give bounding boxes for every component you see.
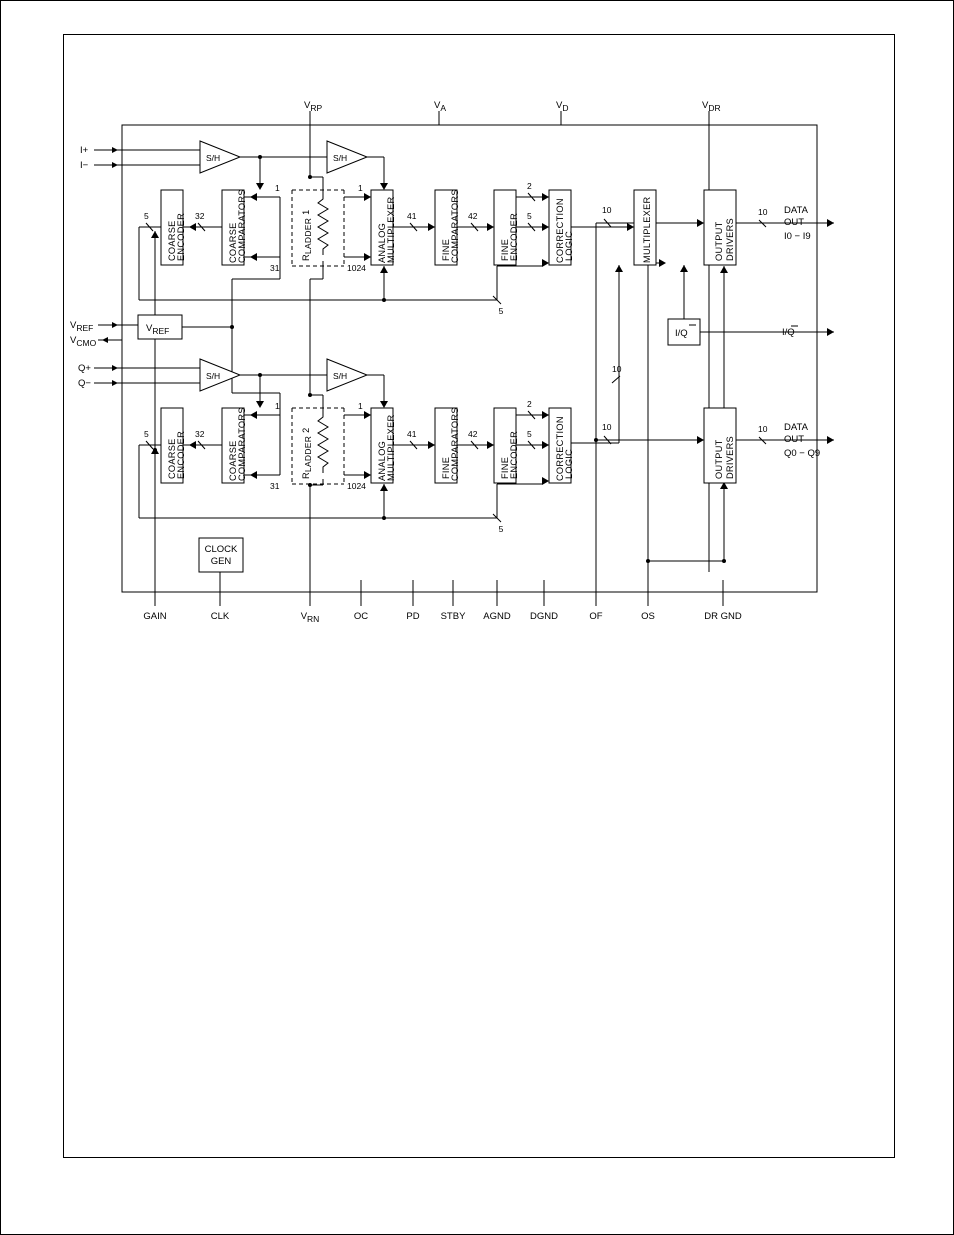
pin-data-out-i: DATA xyxy=(784,205,809,216)
pin-vref: VREF xyxy=(70,320,93,333)
svg-text:OS: OS xyxy=(641,611,655,622)
svg-text:ENCODER: ENCODER xyxy=(509,213,519,261)
pin-i-plus: I+ xyxy=(80,145,89,156)
svg-text:1: 1 xyxy=(275,401,280,411)
svg-text:VRN: VRN xyxy=(301,611,320,624)
svg-text:10: 10 xyxy=(758,207,768,217)
svg-text:OUT: OUT xyxy=(784,434,804,445)
svg-text:OUTPUT: OUTPUT xyxy=(714,221,724,261)
svg-text:MULTIPLEXER: MULTIPLEXER xyxy=(386,414,396,481)
svg-text:5: 5 xyxy=(144,211,149,221)
svg-text:DR GND: DR GND xyxy=(704,611,742,622)
pin-data-out-q: DATA xyxy=(784,422,809,433)
svg-text:42: 42 xyxy=(468,211,478,221)
pin-va: VA xyxy=(434,100,446,113)
svg-text:GAIN: GAIN xyxy=(143,611,166,622)
pin-vdr: VDR xyxy=(702,100,721,113)
svg-text:ENCODER: ENCODER xyxy=(509,431,519,479)
svg-text:LOGIC: LOGIC xyxy=(564,449,574,479)
svg-text:ENCODER: ENCODER xyxy=(176,213,186,261)
svg-text:31: 31 xyxy=(270,263,280,273)
pin-vrp: VRP xyxy=(304,100,322,113)
svg-text:41: 41 xyxy=(407,211,417,221)
pin-i-minus: I− xyxy=(80,160,89,171)
svg-text:MULTIPLEXER: MULTIPLEXER xyxy=(386,196,396,263)
svg-text:1024: 1024 xyxy=(347,263,366,273)
svg-text:5: 5 xyxy=(499,306,504,316)
svg-text:DGND: DGND xyxy=(530,611,558,622)
svg-text:5: 5 xyxy=(527,211,532,221)
svg-text:S/H: S/H xyxy=(333,153,347,163)
svg-text:42: 42 xyxy=(468,429,478,439)
svg-text:10: 10 xyxy=(602,205,612,215)
pin-iq: I/Q​ xyxy=(782,327,795,338)
svg-text:CLK: CLK xyxy=(211,611,230,622)
pin-vcmo: VCMO xyxy=(70,335,97,348)
svg-text:1: 1 xyxy=(358,183,363,193)
svg-text:5: 5 xyxy=(144,429,149,439)
svg-text:DRIVERS: DRIVERS xyxy=(725,218,735,261)
page: VRP VA VD VDR I+ I− VREF VCMO Q+ Q− 10 D… xyxy=(0,0,954,1235)
svg-text:OF: OF xyxy=(589,611,602,622)
svg-text:10: 10 xyxy=(758,424,768,434)
svg-text:S/H: S/H xyxy=(206,153,220,163)
svg-text:DRIVERS: DRIVERS xyxy=(725,436,735,479)
svg-text:LOGIC: LOGIC xyxy=(564,231,574,261)
svg-text:32: 32 xyxy=(195,211,205,221)
svg-text:OUTPUT: OUTPUT xyxy=(714,439,724,479)
svg-text:1024: 1024 xyxy=(347,481,366,491)
svg-text:ENCODER: ENCODER xyxy=(176,431,186,479)
svg-text:COMPARATORS: COMPARATORS xyxy=(450,407,460,481)
svg-text:AGND: AGND xyxy=(483,611,511,622)
bottom-pins: GAIN CLK VRN OC PD STBY AGND DGND OF OS … xyxy=(143,592,741,624)
svg-text:32: 32 xyxy=(195,429,205,439)
svg-text:Q0 − Q9: Q0 − Q9 xyxy=(784,448,820,459)
svg-text:1: 1 xyxy=(275,183,280,193)
svg-text:GEN: GEN xyxy=(211,556,232,567)
pin-q-plus: Q+ xyxy=(78,363,91,374)
svg-text:I/Q: I/Q xyxy=(675,328,688,339)
svg-text:COMPARATORS: COMPARATORS xyxy=(237,407,247,481)
svg-text:S/H: S/H xyxy=(333,371,347,381)
svg-text:MULTIPLEXER: MULTIPLEXER xyxy=(642,196,652,263)
inner-frame: VRP VA VD VDR I+ I− VREF VCMO Q+ Q− 10 D… xyxy=(63,34,895,1158)
svg-text:COMPARATORS: COMPARATORS xyxy=(450,189,460,263)
svg-text:COMPARATORS: COMPARATORS xyxy=(237,189,247,263)
svg-text:31: 31 xyxy=(270,481,280,491)
svg-text:CLOCK: CLOCK xyxy=(205,544,238,555)
svg-text:PD: PD xyxy=(406,611,419,622)
pin-vd: VD xyxy=(556,100,568,113)
diagram-svg: VRP VA VD VDR I+ I− VREF VCMO Q+ Q− 10 D… xyxy=(64,35,894,1157)
svg-text:5: 5 xyxy=(499,524,504,534)
svg-text:2: 2 xyxy=(527,399,532,409)
svg-text:10: 10 xyxy=(612,364,622,374)
svg-text:10: 10 xyxy=(602,422,612,432)
svg-text:OUT: OUT xyxy=(784,217,804,228)
svg-text:1: 1 xyxy=(358,401,363,411)
svg-text:41: 41 xyxy=(407,429,417,439)
svg-text:STBY: STBY xyxy=(441,611,466,622)
svg-text:I0 − I9: I0 − I9 xyxy=(784,231,811,242)
svg-text:2: 2 xyxy=(527,181,532,191)
pin-q-minus: Q− xyxy=(78,378,91,389)
svg-text:OC: OC xyxy=(354,611,368,622)
svg-text:5: 5 xyxy=(527,429,532,439)
svg-text:S/H: S/H xyxy=(206,371,220,381)
